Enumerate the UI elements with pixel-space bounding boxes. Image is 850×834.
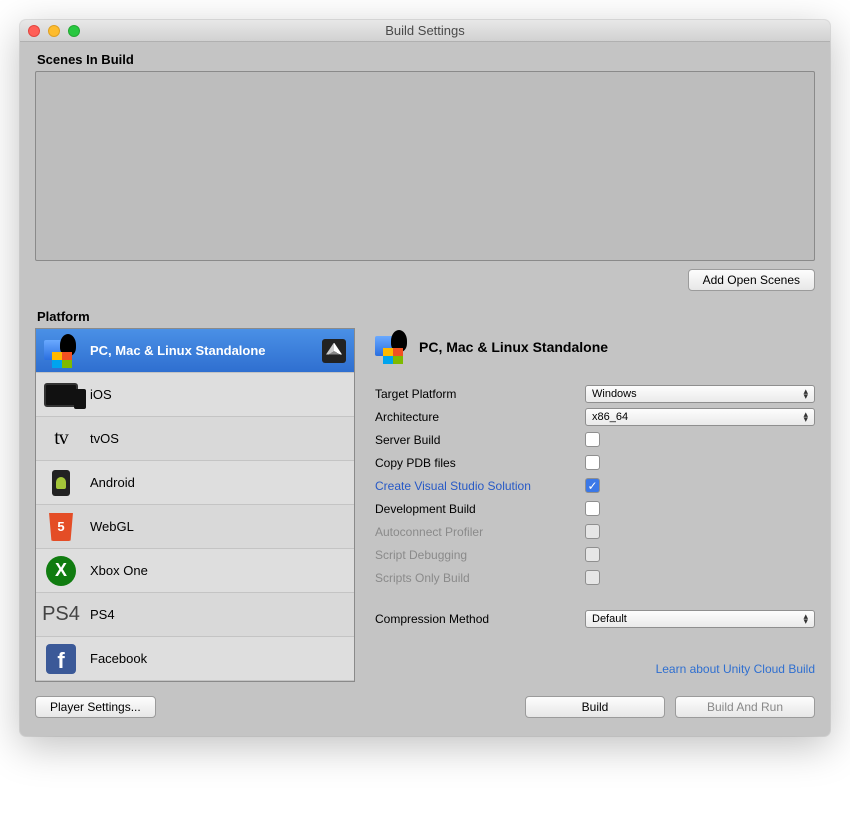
platform-item-webgl[interactable]: 5 WebGL — [36, 505, 354, 549]
build-settings-window: Build Settings Scenes In Build Add Open … — [20, 20, 830, 736]
ios-icon — [44, 378, 78, 412]
panel-header: PC, Mac & Linux Standalone — [375, 330, 815, 364]
scripts-only-checkbox — [585, 570, 600, 585]
tvos-icon: tv — [44, 422, 78, 456]
cloud-build-link[interactable]: Learn about Unity Cloud Build — [375, 662, 815, 676]
script-debug-label: Script Debugging — [375, 548, 585, 562]
close-icon[interactable] — [28, 25, 40, 37]
build-and-run-button[interactable]: Build And Run — [675, 696, 815, 718]
autoconnect-checkbox — [585, 524, 600, 539]
create-vs-checkbox[interactable]: ✓ — [585, 478, 600, 493]
target-platform-select[interactable]: Windows ▴▾ — [585, 385, 815, 403]
architecture-select[interactable]: x86_64 ▴▾ — [585, 408, 815, 426]
minimize-icon[interactable] — [48, 25, 60, 37]
platform-item-label: tvOS — [90, 431, 119, 446]
platform-item-ios[interactable]: iOS — [36, 373, 354, 417]
platform-item-label: iOS — [90, 387, 112, 402]
compression-select[interactable]: Default ▴▾ — [585, 610, 815, 628]
chevron-updown-icon: ▴▾ — [803, 389, 808, 398]
platform-item-facebook[interactable]: f Facebook — [36, 637, 354, 681]
content: Scenes In Build Add Open Scenes Platform… — [20, 42, 830, 736]
platform-item-standalone[interactable]: PC, Mac & Linux Standalone — [36, 329, 354, 373]
dev-build-checkbox[interactable] — [585, 501, 600, 516]
player-settings-button[interactable]: Player Settings... — [35, 696, 156, 718]
select-value: Windows — [592, 388, 637, 400]
create-vs-label: Create Visual Studio Solution — [375, 479, 585, 493]
ps4-icon: PS4 — [44, 598, 78, 632]
build-button[interactable]: Build — [525, 696, 665, 718]
html5-icon: 5 — [44, 510, 78, 544]
copy-pdb-label: Copy PDB files — [375, 456, 585, 470]
standalone-icon — [375, 330, 409, 364]
script-debug-checkbox — [585, 547, 600, 562]
target-platform-label: Target Platform — [375, 387, 585, 401]
titlebar: Build Settings — [20, 20, 830, 42]
platform-item-label: PS4 — [90, 607, 115, 622]
platform-item-xboxone[interactable]: X Xbox One — [36, 549, 354, 593]
unity-current-icon — [322, 339, 346, 363]
autoconnect-label: Autoconnect Profiler — [375, 525, 585, 539]
window-title: Build Settings — [385, 23, 465, 38]
panel-title: PC, Mac & Linux Standalone — [419, 339, 608, 355]
platform-item-ps4[interactable]: PS4 PS4 — [36, 593, 354, 637]
chevron-updown-icon: ▴▾ — [803, 412, 808, 421]
dev-build-label: Development Build — [375, 502, 585, 516]
android-icon — [44, 466, 78, 500]
platform-item-label: WebGL — [90, 519, 134, 534]
platform-list: PC, Mac & Linux Standalone iOS tv tvOS A… — [35, 328, 355, 682]
platform-label: Platform — [37, 309, 815, 324]
platform-item-label: PC, Mac & Linux Standalone — [90, 343, 266, 358]
platform-options-panel: PC, Mac & Linux Standalone Target Platfo… — [375, 328, 815, 682]
scenes-label: Scenes In Build — [37, 52, 815, 67]
standalone-icon — [44, 334, 78, 368]
platform-item-android[interactable]: Android — [36, 461, 354, 505]
compression-label: Compression Method — [375, 612, 585, 626]
scripts-only-label: Scripts Only Build — [375, 571, 585, 585]
maximize-icon[interactable] — [68, 25, 80, 37]
platform-item-label: Facebook — [90, 651, 147, 666]
xbox-icon: X — [44, 554, 78, 588]
select-value: x86_64 — [592, 411, 628, 423]
scenes-list[interactable] — [35, 71, 815, 261]
facebook-icon: f — [44, 642, 78, 676]
platform-item-label: Android — [90, 475, 135, 490]
select-value: Default — [592, 613, 627, 625]
server-build-label: Server Build — [375, 433, 585, 447]
copy-pdb-checkbox[interactable] — [585, 455, 600, 470]
platform-item-tvos[interactable]: tv tvOS — [36, 417, 354, 461]
footer: Player Settings... Build Build And Run — [35, 696, 815, 718]
window-controls — [28, 25, 80, 37]
architecture-label: Architecture — [375, 410, 585, 424]
chevron-updown-icon: ▴▾ — [803, 614, 808, 623]
server-build-checkbox[interactable] — [585, 432, 600, 447]
add-open-scenes-button[interactable]: Add Open Scenes — [688, 269, 815, 291]
platform-item-label: Xbox One — [90, 563, 148, 578]
